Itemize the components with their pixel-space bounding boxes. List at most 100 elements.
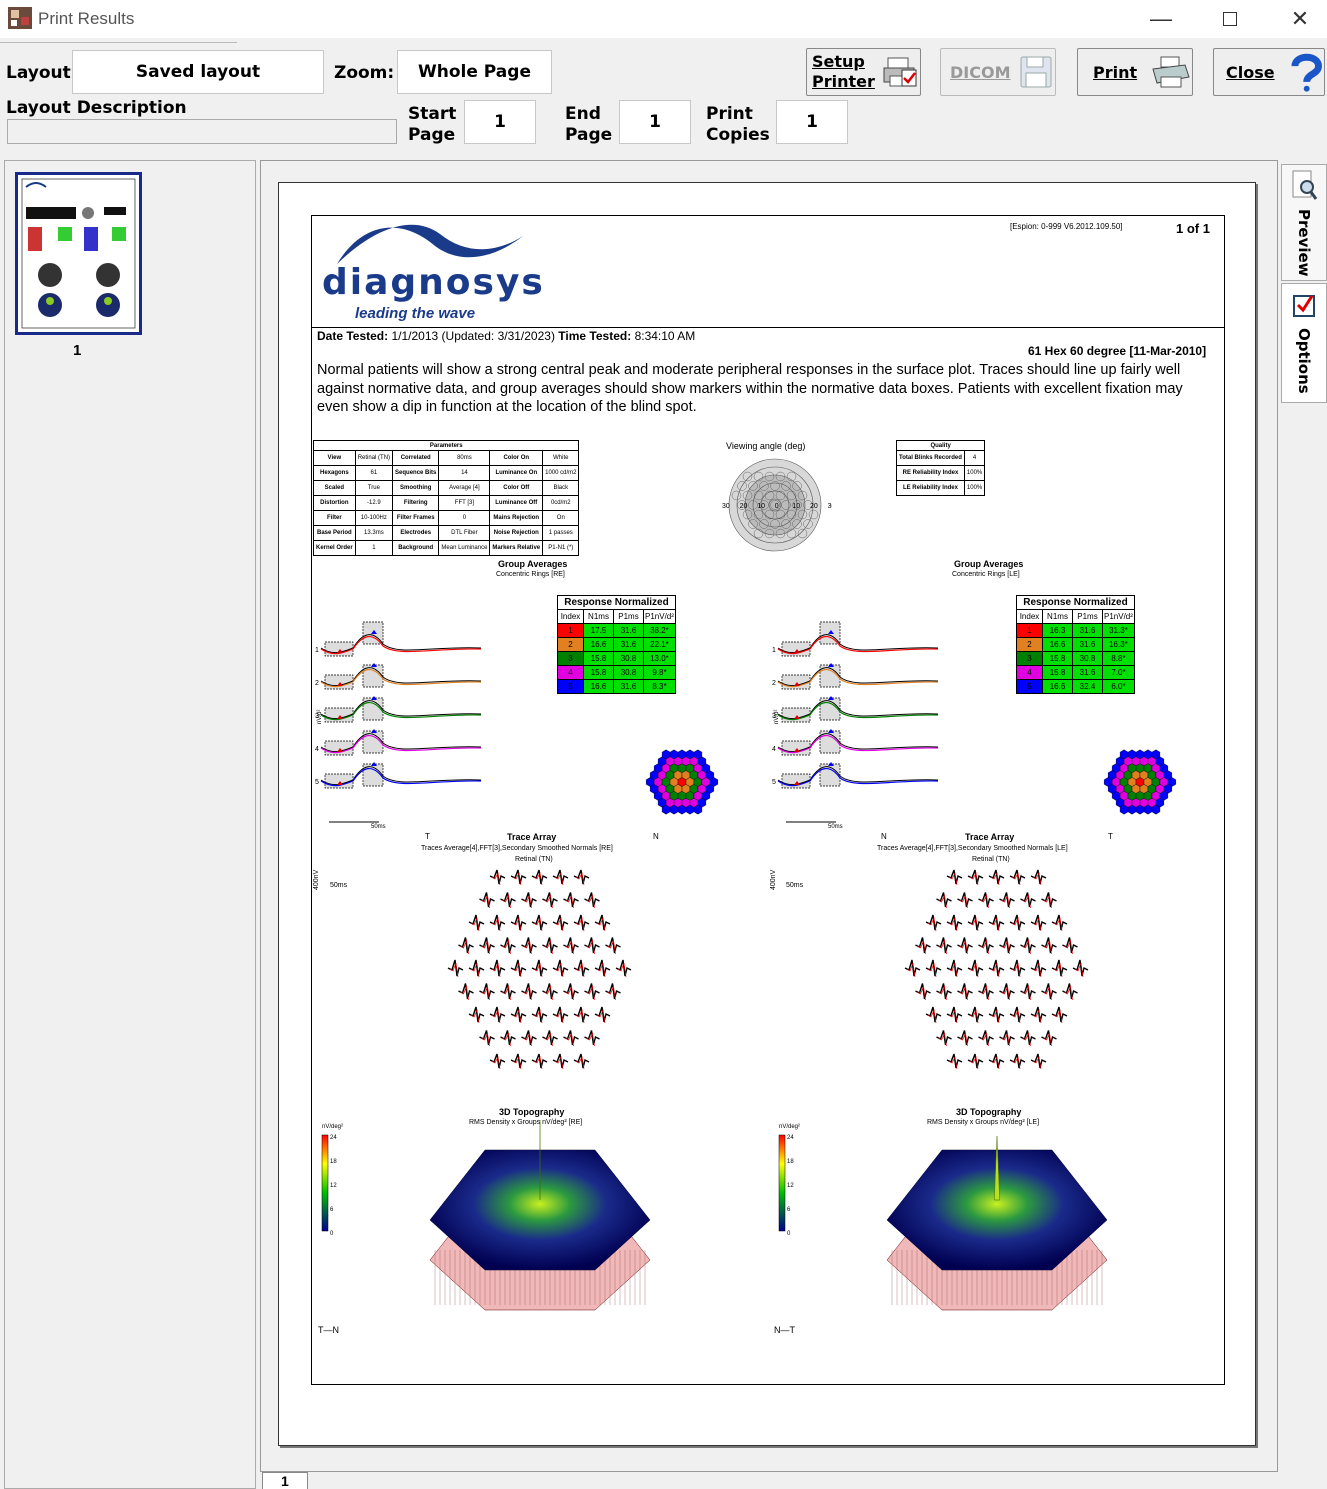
trace-re-right-label: N: [653, 832, 659, 841]
group-avg-le-title: Group Averages: [954, 559, 1024, 569]
dicom-label: DICOM: [950, 62, 1011, 82]
logo-name: diagnosys: [322, 262, 545, 303]
quality-value: 100%: [963, 465, 986, 481]
response-header: P1nV/d²: [643, 609, 676, 624]
time-tested-label: Time Tested:: [558, 329, 632, 343]
parameter-value: White: [542, 450, 580, 466]
date-tested-value: 1/1/2013 (Updated: 3/31/2023): [391, 329, 555, 343]
tab-preview-label: Preview: [1295, 209, 1313, 277]
trace: [573, 1006, 590, 1023]
trace: [967, 914, 984, 931]
response-value: 38.2*: [643, 623, 676, 638]
start-page-input[interactable]: 1: [464, 100, 536, 144]
parameter-name: Scaled: [313, 480, 356, 496]
topography-le: [886, 1135, 1108, 1311]
time-scale-label: 50ms: [371, 824, 386, 830]
time-scale-label: 50ms: [828, 824, 843, 830]
response-value: 31.6: [613, 679, 644, 694]
app-icon: [8, 7, 32, 29]
trace: [1041, 983, 1057, 1000]
parameter-value: 61: [354, 465, 394, 481]
close-window-button[interactable]: ✕: [1275, 4, 1325, 34]
setup-printer-button[interactable]: Setup Printer: [806, 48, 921, 96]
topo-re-title: 3D Topography: [499, 1107, 565, 1117]
trace: [605, 937, 621, 954]
version-text: [Espion: 0-999 V6.2012.109.50]: [1010, 222, 1123, 231]
printer-setup-icon: [883, 57, 917, 87]
response-index: 5: [1016, 679, 1043, 694]
parameter-value: 0cd/m2: [542, 495, 580, 511]
trace: [936, 937, 952, 954]
trace: [500, 983, 516, 1000]
group-avg-re-subtitle: Concentric Rings [RE]: [496, 571, 565, 578]
zoom-select[interactable]: Whole Page: [397, 50, 552, 94]
trace: [552, 959, 569, 977]
parameter-name: Base Period: [313, 525, 356, 541]
trace: [1051, 914, 1068, 931]
colorbar-tick: 24: [330, 1135, 337, 1141]
trace: [510, 959, 527, 977]
colorbar-tick: 0: [787, 1231, 791, 1237]
viewing-angle-tick: 30: [828, 503, 832, 510]
tab-preview[interactable]: Preview: [1281, 164, 1327, 281]
trace: [915, 937, 931, 954]
end-page-label: End Page: [565, 104, 613, 145]
page-tab[interactable]: 1: [262, 1472, 308, 1489]
parameter-value: True: [354, 480, 394, 496]
parameter-value: On: [542, 510, 580, 526]
ring-label: 4: [315, 746, 319, 753]
close-button[interactable]: Close: [1213, 48, 1325, 96]
trace: [1009, 1006, 1026, 1023]
trace-array-le: [904, 869, 1089, 1070]
page-thumbnail[interactable]: [15, 172, 142, 335]
parameter-name: Kernel Order: [313, 540, 356, 556]
tab-options[interactable]: Options: [1281, 283, 1327, 403]
minimize-button[interactable]: —: [1136, 4, 1186, 34]
close-label: Close: [1226, 62, 1275, 82]
maximize-button[interactable]: [1205, 4, 1255, 34]
minimize-icon: —: [1150, 6, 1172, 31]
ring-hexagon: [1167, 777, 1177, 787]
trace: [946, 1006, 963, 1023]
maximize-icon: [1223, 12, 1237, 26]
response-index: 2: [557, 637, 584, 652]
trace-le-nv-scale: 400nV: [770, 869, 777, 890]
trace: [584, 983, 600, 1000]
response-index: 3: [557, 651, 584, 666]
response-value: 15.8: [1042, 665, 1073, 680]
layout-select[interactable]: Saved layout: [72, 50, 324, 94]
colorbar-tick: 18: [330, 1159, 337, 1165]
floppy-disk-icon: [1020, 56, 1051, 88]
quality-name: RE Reliability Index: [896, 465, 965, 481]
logo-tagline: leading the wave: [355, 305, 476, 322]
parameter-name: Electrodes: [392, 525, 440, 541]
trace: [1072, 959, 1089, 977]
ring-map-re: [645, 749, 719, 815]
thumbnail-label: 1: [73, 342, 82, 359]
parameter-name: Color Off: [489, 480, 544, 496]
trace: [1062, 983, 1078, 1000]
response-value: 16.6: [1042, 637, 1073, 652]
colorbar-tick: 6: [787, 1207, 791, 1213]
trace: [1051, 1006, 1068, 1023]
response-value: 17.5: [583, 623, 614, 638]
time-tested-value: 8:34:10 AM: [634, 329, 696, 343]
trace: [458, 937, 474, 954]
dicom-button[interactable]: DICOM: [940, 48, 1056, 96]
end-page-input[interactable]: 1: [619, 100, 691, 144]
trace: [1041, 937, 1057, 954]
trace: [489, 914, 506, 931]
quality-value: 100%: [963, 480, 986, 496]
trace: [458, 983, 474, 1000]
layout-description-field[interactable]: [7, 119, 397, 144]
response-value: 16.6: [1042, 679, 1073, 694]
parameter-value: Black: [542, 480, 580, 496]
trace: [573, 914, 590, 931]
colorbar-tick: 24: [787, 1135, 794, 1141]
print-button[interactable]: Print: [1077, 48, 1193, 96]
viewing-angle-tick: 10: [757, 503, 765, 510]
response-header: Index: [557, 609, 584, 624]
print-copies-input[interactable]: 1: [776, 100, 848, 144]
viewing-angle-diagram: 30 20 10 0 10 20 30: [722, 458, 832, 552]
quality-name: Total Blinks Recorded: [896, 450, 965, 466]
